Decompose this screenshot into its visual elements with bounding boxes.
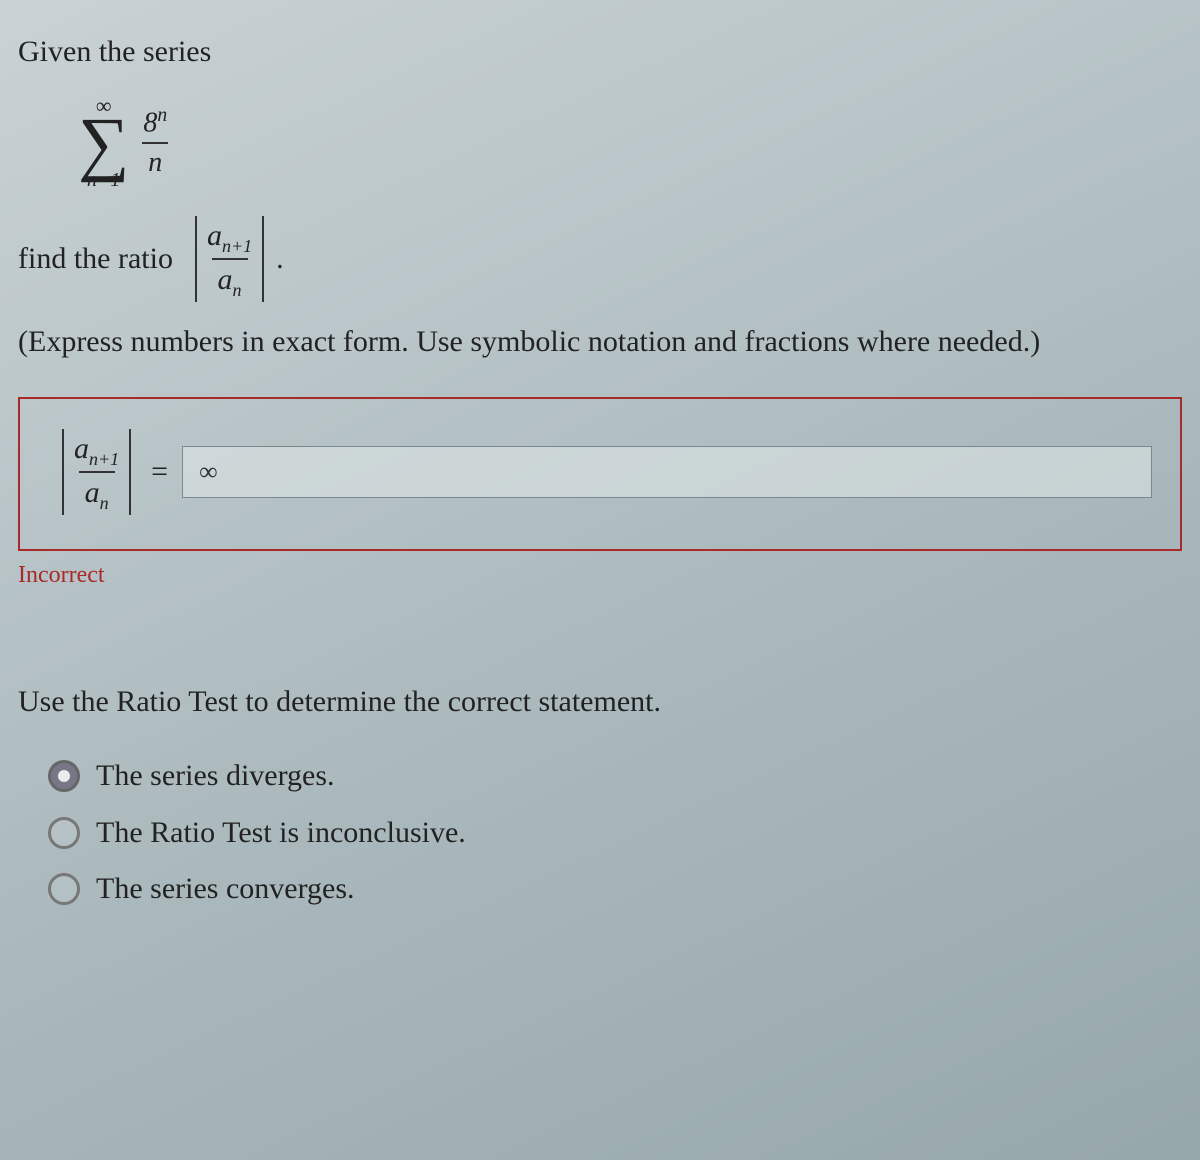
term-denominator: n [142, 142, 168, 182]
answer-lhs-num-a: a [74, 432, 89, 465]
radio-icon [48, 760, 80, 792]
sigma-symbol: ∑ [78, 118, 129, 168]
series-expression: ∞ ∑ n=1 8n n [78, 91, 171, 194]
ratio-answer-input[interactable] [182, 446, 1152, 498]
option-label: The Ratio Test is inconclusive. [96, 813, 466, 854]
radio-icon [48, 817, 80, 849]
ratio-num-a: a [207, 219, 222, 252]
ratio-prompt-line: find the ratio an+1 an . [18, 216, 1182, 303]
term-numerator-base: 8 [143, 107, 157, 138]
ratio-prompt-text: find the ratio [18, 239, 173, 280]
option-label: The series converges. [96, 869, 355, 910]
equals-sign: = [151, 452, 168, 493]
radio-options: The series diverges. The Ratio Test is i… [18, 756, 1182, 910]
ratio-den-sub: n [233, 280, 242, 300]
answer-box: an+1 an = [18, 397, 1182, 552]
answer-lhs-den-sub: n [100, 493, 109, 513]
option-diverges[interactable]: The series diverges. [48, 756, 1182, 797]
ratio-den-a: a [218, 263, 233, 296]
ratio-test-prompt: Use the Ratio Test to determine the corr… [18, 682, 1182, 723]
question-page: Given the series ∞ ∑ n=1 8n n find the r… [0, 0, 1200, 910]
answer-lhs-num-sub: n+1 [89, 449, 119, 469]
express-hint: (Express numbers in exact form. Use symb… [18, 322, 1182, 363]
option-label: The series diverges. [96, 756, 335, 797]
radio-icon [48, 873, 80, 905]
intro-text: Given the series [18, 32, 1182, 73]
ratio-num-sub: n+1 [222, 236, 252, 256]
sum-lower-limit: n=1 [87, 167, 121, 194]
ratio-period: . [276, 239, 284, 280]
incorrect-label: Incorrect [18, 559, 1182, 591]
answer-lhs-den-a: a [85, 476, 100, 509]
term-numerator-exponent: n [157, 105, 167, 126]
option-converges[interactable]: The series converges. [48, 869, 1182, 910]
option-inconclusive[interactable]: The Ratio Test is inconclusive. [48, 813, 1182, 854]
